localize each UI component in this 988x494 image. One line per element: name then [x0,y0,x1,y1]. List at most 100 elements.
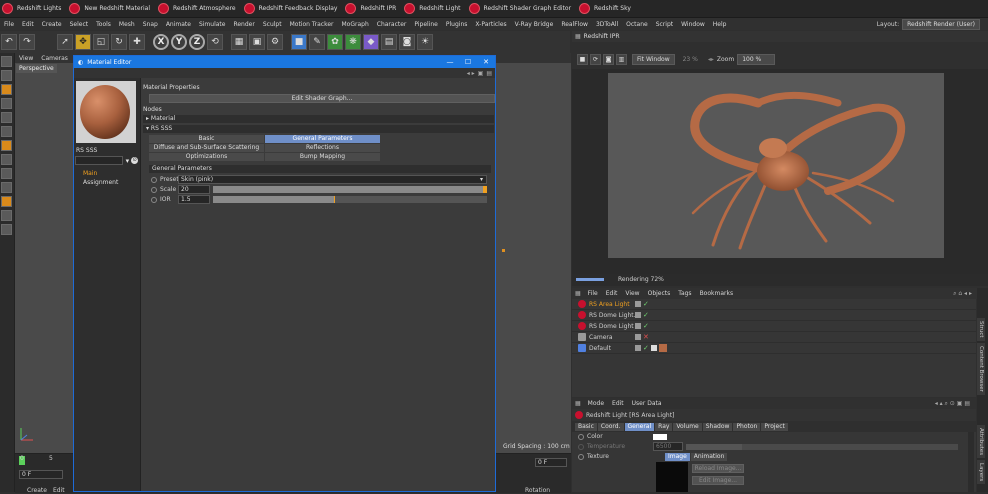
material-name-input[interactable] [75,156,123,165]
material-node-group[interactable]: ▸ Material [143,115,494,123]
enabled-check-icon[interactable]: ✓ [643,311,649,319]
tab-struct[interactable]: Struct [977,318,985,341]
menu-octane[interactable]: Octane [622,21,652,28]
material-tag-icon[interactable] [658,344,667,352]
temperature-slider[interactable] [686,443,742,450]
plugin-redshift-shader-graph-editor[interactable]: Redshift Shader Graph Editor [467,0,578,17]
visibility-dots-icon[interactable] [635,312,641,318]
camera-icon[interactable]: ◙ [399,34,415,50]
panel-grip-icon[interactable]: ▦ [575,400,581,407]
tab-general-parameters[interactable]: General Parameters [265,135,380,143]
menu-render[interactable]: Render [229,21,258,28]
menu-3dtoall[interactable]: 3DToAll [592,21,622,28]
obj-menu-bookmarks[interactable]: Bookmarks [696,290,738,297]
cube-icon[interactable]: ■ [291,34,307,50]
tab-diffuse-sss-layers[interactable]: Diffuse and Sub-Surface Scattering Layer… [149,144,264,159]
lock-icon[interactable] [1,224,12,235]
menu-select[interactable]: Select [66,21,93,28]
menu-plugins[interactable]: Plugins [442,21,472,28]
attr-tab-ray[interactable]: Ray [655,423,673,431]
obj-menu-tags[interactable]: Tags [674,290,695,297]
layout-dropdown[interactable]: Redshift Render (User) [902,18,980,30]
magnet-icon[interactable] [1,196,12,207]
tab-content-browser[interactable]: Content Browser [977,342,985,395]
tab-basic[interactable]: Basic [149,135,264,143]
obj-menu-objects[interactable]: Objects [644,290,675,297]
ipr-render-image[interactable] [608,73,944,258]
plugin-redshift-atmosphere[interactable]: Redshift Atmosphere [156,0,242,17]
object-row-rs-area-light[interactable]: RS Area Light ✓ [572,299,976,310]
camera-icon[interactable]: ◙ [603,54,614,65]
viewport-menu-cameras[interactable]: Cameras [37,55,72,62]
visibility-dots-icon[interactable] [635,301,641,307]
temperature-input[interactable]: 6500 [653,442,683,451]
attr-tab-project[interactable]: Project [761,423,788,431]
tweak-mode-icon[interactable] [1,168,12,179]
menu-character[interactable]: Character [373,21,411,28]
model-mode-icon[interactable] [1,70,12,81]
attr-menu-edit[interactable]: Edit [608,400,628,407]
obj-menu-file[interactable]: File [584,290,602,297]
object-row-rs-dome-light[interactable]: RS Dome Light ✓ [572,321,976,332]
stop-icon[interactable]: ■ [577,54,588,65]
plugin-redshift-feedback-display[interactable]: Redshift Feedback Display [242,0,344,17]
plugin-redshift-light[interactable]: Redshift Light [402,0,466,17]
plugin-redshift-lights[interactable]: Redshift Lights [0,0,67,17]
scale-slider[interactable] [213,186,487,193]
attr-tab-coord[interactable]: Coord. [597,423,624,431]
menu-mograph[interactable]: MoGraph [338,21,373,28]
attr-tab-basic[interactable]: Basic [575,423,597,431]
minimize-icon[interactable]: — [441,58,459,66]
object-row-camera[interactable]: Camera ✕ [572,332,976,343]
rotate-icon[interactable]: ↻ [111,34,127,50]
edit-shader-graph-button[interactable]: Edit Shader Graph... [149,94,495,103]
create-menu[interactable]: Create [27,487,47,494]
attr-tab-volume[interactable]: Volume [673,423,702,431]
fit-window-dropdown[interactable]: Fit Window [632,54,675,65]
animate-radio[interactable] [578,443,584,450]
move-icon[interactable]: ✥ [75,34,91,50]
color-swatch[interactable] [653,433,667,440]
sidebar-item-main[interactable]: Main [83,170,97,177]
coordinate-system-icon[interactable]: ⟲ [207,34,223,50]
animate-radio[interactable] [151,176,157,183]
material-preview[interactable] [76,81,136,143]
plugin-new-redshift-material[interactable]: New Redshift Material [67,0,156,17]
attr-menu-user-data[interactable]: User Data [628,400,666,407]
expand-icon[interactable]: ▤ [486,70,492,77]
menu-script[interactable]: Script [652,21,677,28]
menu-x-particles[interactable]: X-Particles [471,21,510,28]
render-picture-viewer-icon[interactable]: ▣ [249,34,265,50]
subdivision-icon[interactable]: ✿ [327,34,343,50]
floor-icon[interactable]: ▤ [381,34,397,50]
grid-icon[interactable] [1,210,12,221]
menu-mesh[interactable]: Mesh [115,21,139,28]
zoom-field[interactable]: 100 % [737,54,776,65]
lock-icon[interactable]: ▣ [478,70,484,77]
pen-icon[interactable]: ✎ [309,34,325,50]
viewport-menu-view[interactable]: View [15,55,37,62]
menu-help[interactable]: Help [709,21,731,28]
nav-arrows-icon[interactable]: ◂ ▴ ⌕ ⊙ ▣ ▤ [935,400,970,408]
enabled-check-icon[interactable]: ✓ [643,344,649,352]
menu-vray-bridge[interactable]: V-Ray Bridge [511,21,558,28]
texture-mode-icon[interactable] [1,84,12,95]
menu-create[interactable]: Create [38,21,66,28]
layers-icon[interactable]: ▥ [616,54,627,65]
plus-tool-icon[interactable]: ✚ [129,34,145,50]
material-editor-titlebar[interactable]: ◐ Material Editor — ☐ ✕ [74,56,495,68]
object-row-default[interactable]: Default ✓ [572,343,976,354]
rs-sss-node-group[interactable]: ▾ RS SSS [143,125,494,133]
scale-slider-handle[interactable] [483,186,487,193]
phong-tag-icon[interactable] [650,345,657,351]
material-name-field[interactable]: ▾ ⊙ [75,156,138,165]
menu-motion-tracker[interactable]: Motion Tracker [286,21,338,28]
scale-input[interactable]: 20 [178,185,210,194]
polygons-mode-icon[interactable] [1,140,12,151]
attr-tab-photon[interactable]: Photon [733,423,761,431]
axis-mode-icon[interactable] [1,154,12,165]
object-row-rs-dome-light-1[interactable]: RS Dome Light.1 ✓ [572,310,976,321]
reload-image-button[interactable]: Reload Image... [692,464,744,473]
edit-image-button[interactable]: Edit Image... [692,476,744,485]
visibility-dots-icon[interactable] [635,334,641,340]
